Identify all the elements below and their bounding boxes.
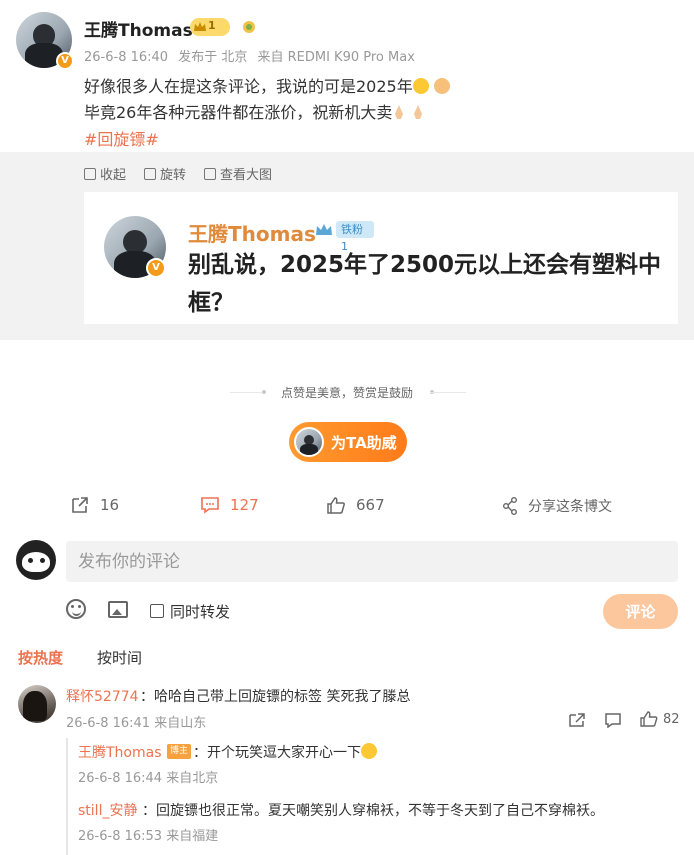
reply-meta: 26-6-8 16:44 来自北京 xyxy=(78,767,218,786)
comment-button[interactable]: 127 xyxy=(200,496,259,514)
tab-sort-time[interactable]: 按时间 xyxy=(97,647,142,668)
view-large-icon xyxy=(204,167,217,180)
comment-like-count: 82 xyxy=(663,712,680,727)
reply-body: ：开个玩笑逗大家开心一下 xyxy=(193,745,361,761)
post-line-2: 毕竟26年各种元器件都在涨价，祝新机大卖 xyxy=(84,103,393,122)
comment-repost-icon[interactable] xyxy=(568,712,586,728)
view-large-label: 查看大图 xyxy=(220,168,273,183)
repost-checkbox-label[interactable]: 同时转发 xyxy=(170,601,230,622)
image-toolbar: 收起 旋转 查看大图 xyxy=(84,164,272,183)
repost-count: 16 xyxy=(100,496,120,514)
collapse-button[interactable]: 收起 xyxy=(84,164,126,183)
hashtag-link[interactable]: #回旋镖# xyxy=(84,126,159,150)
cheer-button[interactable]: 为TA助威 xyxy=(289,422,407,462)
tab-sort-hot[interactable]: 按热度 xyxy=(18,647,63,668)
view-large-button[interactable]: 查看大图 xyxy=(204,164,272,183)
comment-count: 127 xyxy=(230,496,259,514)
action-bar: 16 127 667 分享这条博文 xyxy=(0,494,694,520)
crown-icon xyxy=(194,22,206,31)
reply-time: 26-6-8 16:53 xyxy=(78,829,163,844)
blogger-badge: 博主 xyxy=(167,744,191,759)
cheer-label: 为TA助威 xyxy=(331,434,397,452)
commenter-name[interactable]: 释怀52774 xyxy=(66,686,139,706)
cheer-avatar xyxy=(294,427,324,457)
pray-hands-icon xyxy=(395,105,404,119)
quoted-author: 王腾Thomas xyxy=(188,222,316,246)
submit-comment-button[interactable]: 评论 xyxy=(603,594,678,629)
collapse-icon xyxy=(84,167,96,180)
rotate-icon xyxy=(144,167,157,180)
reply-text: ：开个玩笑逗大家开心一下 xyxy=(193,742,377,762)
collapse-label: 收起 xyxy=(100,168,127,183)
post-location: 发布于 北京 xyxy=(178,50,248,65)
post-time[interactable]: 26-6-8 16:40 xyxy=(84,50,168,65)
reply-text: ：回旋镖也很正常。夏天嘲笑别人穿棉袄，不等于冬天到了自己不穿棉袄。 xyxy=(142,803,604,819)
comment-meta: 26-6-8 16:41 来自山东 xyxy=(66,712,206,731)
rotate-button[interactable]: 旋转 xyxy=(144,164,186,183)
comment-text: ：哈哈自己带上回旋镖的标签 笑死我了滕总 xyxy=(140,689,411,705)
quoted-text: 别乱说，2025年了2500元以上还会有塑料中框？ xyxy=(188,252,662,316)
pray-hands-icon xyxy=(414,105,423,119)
reply-user[interactable]: 王腾Thomas xyxy=(78,742,162,762)
comment-like-icon[interactable] xyxy=(640,711,658,727)
comment-input[interactable] xyxy=(66,541,678,582)
reward-slogan: 点赞是美意，赞赏是鼓励 xyxy=(280,386,413,400)
verified-icon: V xyxy=(56,52,74,70)
praying-emoji-icon xyxy=(433,78,450,94)
reply-user[interactable]: still_安静 xyxy=(78,800,137,820)
wink-emoji-icon xyxy=(361,743,377,759)
member-level: 1 xyxy=(208,19,216,32)
reply-meta: 26-6-8 16:53 来自福建 xyxy=(78,825,218,844)
comment-time: 26-6-8 16:41 xyxy=(66,716,151,731)
reply-location: 来自福建 xyxy=(166,829,219,844)
like-button[interactable]: 667 xyxy=(326,496,385,514)
post-source: 来自 REDMI K90 Pro Max xyxy=(257,50,415,65)
commenter-avatar[interactable] xyxy=(18,685,56,723)
post-line-1: 好像很多人在提这条评论，我说的可是2025年 xyxy=(84,77,413,96)
like-count: 667 xyxy=(356,496,385,514)
rotate-label: 旋转 xyxy=(160,168,187,183)
my-avatar[interactable] xyxy=(16,540,56,580)
member-level-badge[interactable]: 1 xyxy=(190,18,230,36)
fan-level: 铁粉1 xyxy=(336,221,374,253)
comment-body: 哈哈自己带上回旋镖的标签 笑死我了滕总 xyxy=(154,689,411,705)
comment-reply-icon[interactable] xyxy=(604,712,622,728)
fan-badge: 铁粉1 xyxy=(314,220,374,253)
comment-location: 来自山东 xyxy=(154,716,207,731)
repost-icon xyxy=(72,497,88,513)
repost-button[interactable]: 16 xyxy=(70,496,119,514)
share-button[interactable]: 分享这条博文 xyxy=(502,496,612,516)
quoted-verified-icon: V xyxy=(146,258,166,278)
medal-icon[interactable] xyxy=(240,18,258,36)
thumb-up-icon xyxy=(327,497,345,514)
repost-checkbox[interactable] xyxy=(150,604,164,618)
crown-icon xyxy=(316,224,332,235)
image-icon[interactable] xyxy=(108,601,128,618)
post-author-name[interactable]: 王腾Thomas xyxy=(84,16,193,41)
reply-location: 来自北京 xyxy=(166,771,219,786)
share-icon xyxy=(503,497,517,515)
wink-emoji-icon xyxy=(412,78,429,94)
post-meta: 26-6-8 16:40 发布于 北京 来自 REDMI K90 Pro Max xyxy=(84,46,421,65)
emoji-icon[interactable] xyxy=(66,599,86,619)
divider xyxy=(430,392,466,393)
comment-icon xyxy=(201,497,219,514)
reply-time: 26-6-8 16:44 xyxy=(78,771,163,786)
share-label: 分享这条博文 xyxy=(528,499,612,515)
post-body: 好像很多人在提这条评论，我说的可是2025年 毕竟26年各种元器件都在涨价，祝新… xyxy=(84,74,450,126)
